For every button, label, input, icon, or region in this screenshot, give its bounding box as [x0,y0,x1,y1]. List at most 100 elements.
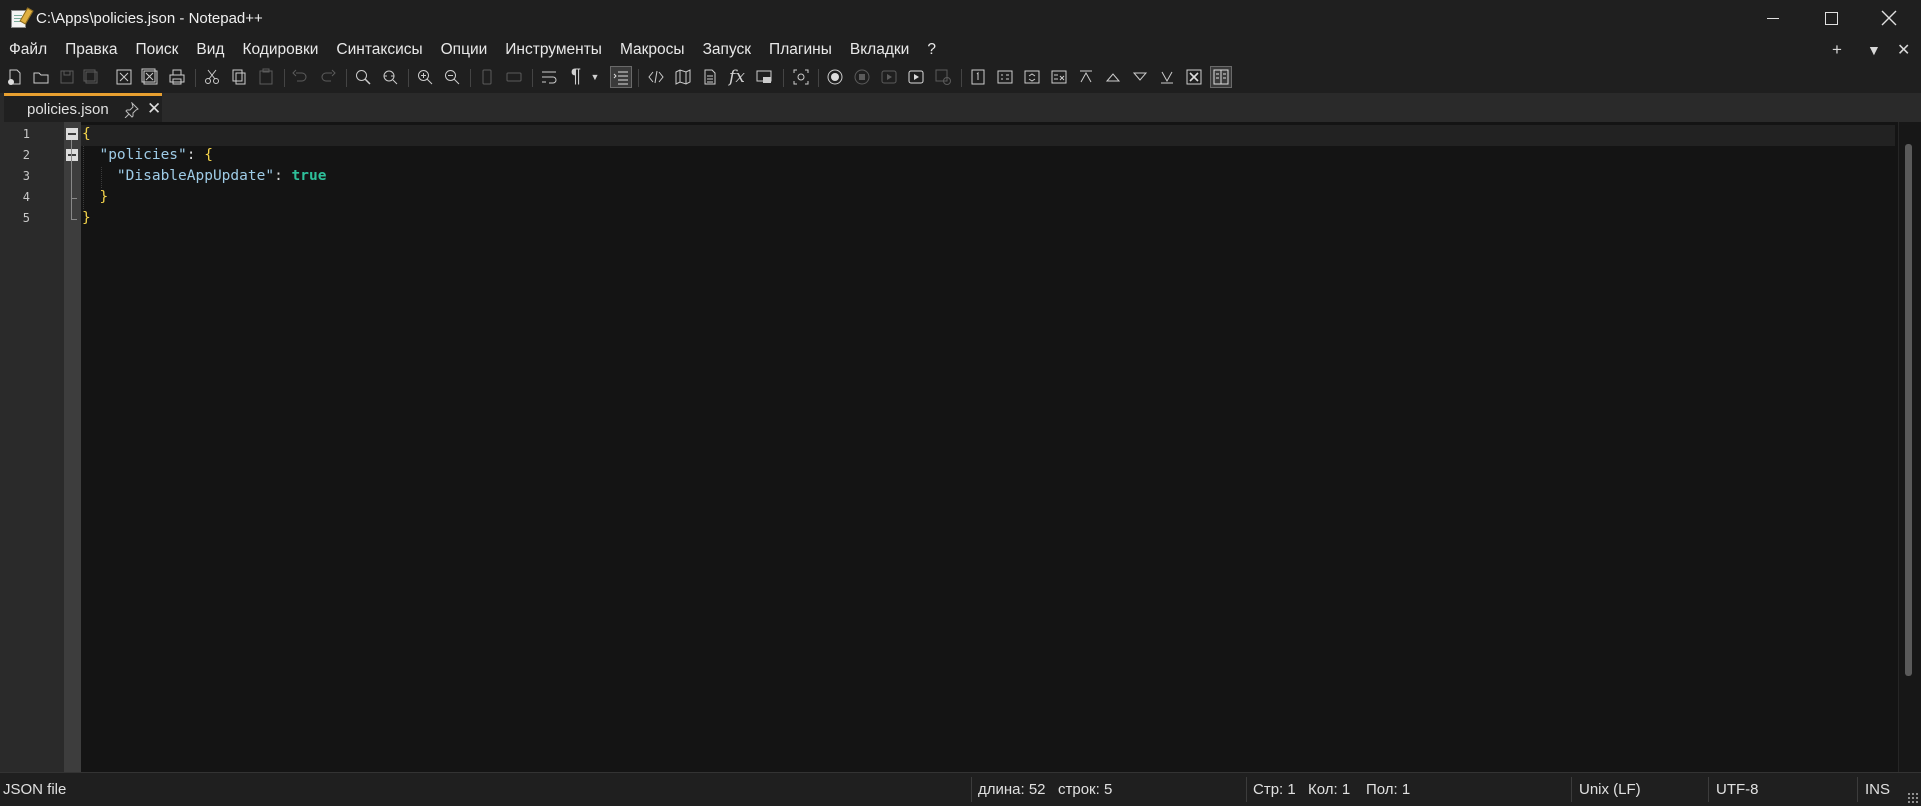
menu-encoding[interactable]: Кодировки [233,41,327,59]
editor-area[interactable]: 1 2 3 4 5 { "policies": { "DisableAppUpd… [0,122,1921,772]
menu-search[interactable]: Поиск [126,41,187,59]
zoom-out-button[interactable] [441,66,463,88]
scissors-icon [205,69,219,84]
plugin-button-2[interactable] [994,66,1016,88]
status-separator [1857,777,1858,802]
monitoring-button[interactable] [790,66,812,88]
run-macro-multiple-button[interactable] [905,66,927,88]
plugin-button-3[interactable] [1021,66,1043,88]
status-encoding[interactable]: UTF-8 [1716,781,1759,798]
menu-view[interactable]: Вид [187,41,233,59]
copy-button[interactable] [228,66,250,88]
status-file-type: JSON file [3,781,67,798]
open-file-button[interactable] [30,66,52,88]
pin-icon[interactable] [123,102,139,118]
save-button[interactable] [56,66,78,88]
document-list-button[interactable] [699,66,721,88]
close-tab-menu-button[interactable]: ✕ [1897,36,1910,63]
folder-open-icon [33,72,49,84]
folder-as-workspace-button[interactable] [753,66,775,88]
maximize-icon [1824,11,1838,25]
sync-horizontal-button[interactable] [503,66,525,88]
status-line-position: Стр: 1 [1253,781,1296,798]
toolbar-separator [346,69,347,87]
indent-guide-button[interactable] [610,66,632,88]
show-characters-dropdown[interactable]: ▼ [589,66,601,88]
close-window-button[interactable] [1860,0,1918,36]
fold-toggle[interactable] [66,149,78,161]
window-title: C:\Apps\policies.json - Notepad++ [36,9,263,27]
close-all-button[interactable] [139,66,161,88]
stop-recording-button[interactable] [851,66,873,88]
vertical-scrollbar[interactable] [1898,122,1921,772]
paste-button[interactable] [255,66,277,88]
dropdown-arrow-icon: ▼ [590,72,600,82]
redo-button[interactable] [317,66,339,88]
code-token-str: "DisableAppUpdate" [116,168,275,184]
notepad-app-icon[interactable] [10,7,34,28]
find-button[interactable] [352,66,374,88]
replace-button[interactable] [379,66,401,88]
new-file-button[interactable] [4,66,26,88]
plugin-button-1[interactable] [967,66,989,88]
function-list-button[interactable]: fx [726,66,748,88]
plugin-panel-icon [1213,69,1229,85]
sync-vertical-button[interactable] [476,66,498,88]
document-list-icon [704,69,716,85]
word-wrap-button[interactable] [538,66,560,88]
plugin-button-7[interactable] [1129,66,1151,88]
plugin-button-5[interactable] [1075,66,1097,88]
maximize-button[interactable] [1802,0,1860,36]
zoom-out-icon [445,70,460,85]
status-column-position: Кол: 1 [1308,781,1351,798]
save-macro-button[interactable] [932,66,954,88]
status-separator [1246,777,1247,802]
plugin-button-10[interactable] [1210,66,1232,88]
status-separator [1571,777,1572,802]
menu-tools[interactable]: Инструменты [496,41,611,59]
print-button[interactable] [166,66,188,88]
user-defined-language-button[interactable] [645,66,667,88]
menu-run[interactable]: Запуск [694,41,760,59]
menu-edit[interactable]: Правка [56,41,126,59]
tab-close-icon[interactable]: ✕ [147,99,161,119]
tab-policies-json[interactable]: policies.json ✕ [4,93,162,122]
scrollbar-thumb[interactable] [1905,144,1912,676]
status-insert-mode[interactable]: INS [1865,781,1890,798]
plugin-button-8[interactable] [1156,66,1178,88]
plugin-button-9[interactable] [1183,66,1205,88]
menu-window[interactable]: Вкладки [841,41,918,59]
code-token-punct: : [274,168,292,184]
cut-button[interactable] [201,66,223,88]
minimize-button[interactable] [1744,0,1802,36]
record-macro-button[interactable] [824,66,846,88]
playback-macro-button[interactable] [878,66,900,88]
code-line: "policies": { [82,147,213,163]
code-line: "DisableAppUpdate": true [82,168,327,184]
title-bar: C:\Apps\policies.json - Notepad++ [0,0,1921,36]
tab-list-button[interactable]: ▼ [1867,36,1881,63]
code-line: } [82,210,91,226]
menu-file[interactable]: Файл [0,41,56,59]
new-tab-button[interactable]: + [1832,36,1842,63]
save-icon [60,70,74,84]
save-all-button[interactable] [80,66,102,88]
fold-toggle[interactable] [66,128,78,140]
toolbar-separator [470,69,471,87]
undo-button[interactable] [289,66,311,88]
document-map-button[interactable] [672,66,694,88]
menu-language[interactable]: Синтаксисы [327,41,431,59]
show-all-characters-button[interactable]: ¶ [565,66,587,88]
plugin-button-4[interactable] [1048,66,1070,88]
menu-macro[interactable]: Макросы [611,41,694,59]
menu-help[interactable]: ? [918,41,945,59]
plugin-button-6[interactable] [1102,66,1124,88]
menu-plugins[interactable]: Плагины [760,41,841,59]
status-eol-format[interactable]: Unix (LF) [1579,781,1641,798]
resize-grip-icon[interactable] [1907,792,1919,804]
close-button[interactable] [113,66,135,88]
redo-icon [321,69,336,82]
menu-settings[interactable]: Опции [432,41,497,59]
pilcrow-icon: ¶ [570,66,582,87]
zoom-in-button[interactable] [414,66,436,88]
